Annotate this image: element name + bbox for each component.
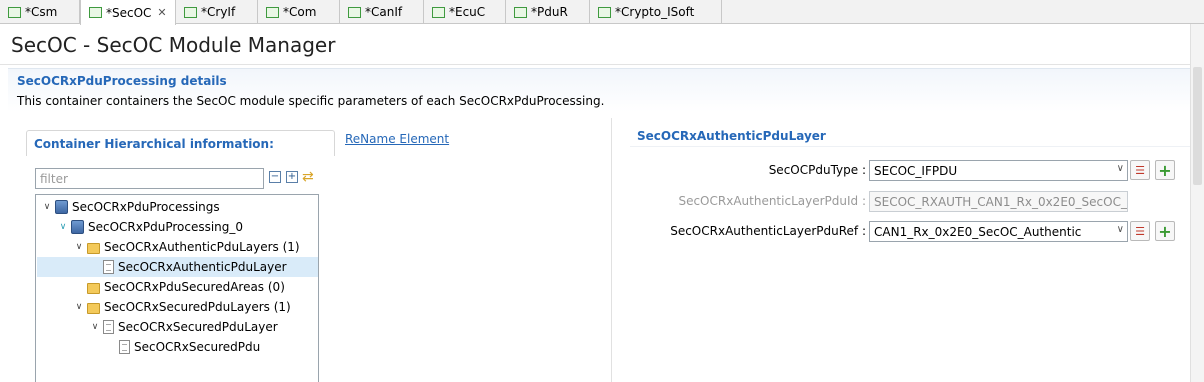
database-icon xyxy=(71,220,84,234)
rename-element-link[interactable]: ReName Element xyxy=(345,132,449,146)
filter-input[interactable] xyxy=(35,168,264,189)
list-icon: ☰ xyxy=(1135,163,1145,177)
collapse-all-icon[interactable]: − xyxy=(269,171,281,183)
folder-icon xyxy=(87,302,100,314)
tab-label: *Com xyxy=(283,5,317,19)
file-icon xyxy=(598,6,611,18)
tree-item[interactable]: ∨ SecOCRxSecuredPduLayer xyxy=(37,317,318,337)
file-icon xyxy=(348,6,361,18)
chevron-down-icon[interactable]: ∨ xyxy=(1117,163,1124,174)
page-icon xyxy=(103,260,114,274)
layer-pdu-id-field: SECOC_RXAUTH_CAN1_Rx_0x2E0_SecOC_Au xyxy=(869,191,1128,212)
tree-item-label: SecOCRxSecuredPdu xyxy=(134,340,261,354)
file-icon xyxy=(514,6,527,18)
pdu-type-select[interactable]: SECOC_IFPDU ∨ xyxy=(869,160,1128,181)
database-icon xyxy=(55,200,68,214)
tree-item-label: SecOCRxPduSecuredAreas (0) xyxy=(104,280,285,294)
tree-item-label: SecOCRxAuthenticPduLayer xyxy=(118,260,287,274)
details-title: SecOCRxPduProcessing details xyxy=(17,74,227,88)
tree-item[interactable]: SecOCRxSecuredPdu xyxy=(37,337,318,357)
hierarchy-section-title: Container Hierarchical information: xyxy=(34,137,274,151)
layer-pdu-ref-value: CAN1_Rx_0x2E0_SecOC_Authentic xyxy=(874,224,1082,239)
tree-item[interactable]: SecOCRxPduSecuredAreas (0) xyxy=(37,277,318,297)
editor-tab-bar: *Csm *SecOC ✕ *CryIf *Com *CanIf *EcuC *… xyxy=(0,0,1204,25)
chevron-down-icon[interactable]: ∨ xyxy=(41,202,53,212)
file-icon xyxy=(432,6,445,18)
scrollbar-thumb[interactable] xyxy=(1193,67,1202,185)
tree-item[interactable]: ∨ SecOCRxPduProcessings xyxy=(37,197,318,217)
chevron-down-icon[interactable]: ∨ xyxy=(1117,224,1124,235)
tab-pdur[interactable]: *PduR xyxy=(506,0,590,24)
tab-label: *Csm xyxy=(25,5,58,19)
tree-item-label: SecOCRxPduProcessing_0 xyxy=(88,220,244,234)
file-icon xyxy=(184,6,197,18)
layer-pdu-id-value: SECOC_RXAUTH_CAN1_Rx_0x2E0_SecOC_Au xyxy=(874,194,1128,209)
tab-label: *Crypto_ISoft xyxy=(615,5,695,19)
tree-item-selected[interactable]: SecOCRxAuthenticPduLayer xyxy=(37,257,318,277)
tree-item-label: SecOCRxSecuredPduLayers (1) xyxy=(104,300,291,314)
tab-ecuc[interactable]: *EcuC xyxy=(424,0,506,24)
pdu-type-label: SecOCPduType : xyxy=(768,163,866,177)
tree-item-label: SecOCRxPduProcessings xyxy=(72,200,220,214)
tab-com[interactable]: *Com xyxy=(258,0,340,24)
layer-pdu-ref-select[interactable]: CAN1_Rx_0x2E0_SecOC_Authentic ∨ xyxy=(869,221,1128,242)
tab-canif[interactable]: *CanIf xyxy=(340,0,424,24)
plus-icon: + xyxy=(1158,160,1172,180)
details-description: This container containers the SecOC modu… xyxy=(17,94,605,108)
tab-crypto-isoft[interactable]: *Crypto_ISoft xyxy=(590,0,722,24)
tab-label: *CryIf xyxy=(201,5,236,19)
tree-item-label: SecOCRxAuthenticPduLayers (1) xyxy=(104,240,300,254)
add-button[interactable]: + xyxy=(1155,221,1175,241)
chevron-down-icon[interactable]: ∨ xyxy=(73,242,85,252)
folder-icon xyxy=(87,282,100,294)
divider xyxy=(630,146,1190,147)
tab-label: *CanIf xyxy=(365,5,403,19)
list-icon: ☰ xyxy=(1135,224,1145,238)
sync-icon[interactable]: ⇄ xyxy=(302,170,318,184)
expand-all-icon[interactable]: + xyxy=(286,171,298,183)
tree-item[interactable]: ∨ SecOCRxSecuredPduLayers (1) xyxy=(37,297,318,317)
file-icon xyxy=(8,6,21,18)
layer-pdu-ref-label: SecOCRxAuthenticLayerPduRef : xyxy=(670,224,866,238)
file-icon xyxy=(89,7,102,18)
list-button[interactable]: ☰ xyxy=(1130,221,1150,241)
right-section-title: SecOCRxAuthenticPduLayer xyxy=(637,129,826,143)
list-button[interactable]: ☰ xyxy=(1130,160,1150,180)
page-icon xyxy=(103,320,114,334)
divider xyxy=(0,64,1190,65)
plus-icon: + xyxy=(1158,221,1172,241)
pdu-type-value: SECOC_IFPDU xyxy=(874,163,958,178)
tab-label: *SecOC xyxy=(106,5,152,20)
tree-item-label: SecOCRxSecuredPduLayer xyxy=(118,320,278,334)
tab-cryif[interactable]: *CryIf xyxy=(176,0,258,24)
hierarchy-tree[interactable]: ∨ SecOCRxPduProcessings ∨ SecOCRxPduProc… xyxy=(35,194,319,382)
tree-item[interactable]: ∨ SecOCRxAuthenticPduLayers (1) xyxy=(37,237,318,257)
tab-label: *EcuC xyxy=(449,5,486,19)
vertical-scrollbar[interactable] xyxy=(1190,24,1204,382)
chevron-down-icon[interactable]: ∨ xyxy=(73,302,85,312)
file-icon xyxy=(266,6,279,18)
add-button[interactable]: + xyxy=(1155,160,1175,180)
chevron-down-icon[interactable]: ∨ xyxy=(89,322,101,332)
tab-secoc[interactable]: *SecOC ✕ xyxy=(80,0,176,25)
chevron-down-icon[interactable]: ∨ xyxy=(57,222,69,232)
folder-icon xyxy=(87,242,100,254)
close-icon[interactable]: ✕ xyxy=(157,6,166,19)
tab-label: *PduR xyxy=(531,5,568,19)
page-title: SecOC - SecOC Module Manager xyxy=(11,33,336,57)
tab-csm[interactable]: *Csm xyxy=(0,0,80,24)
tree-item[interactable]: ∨ SecOCRxPduProcessing_0 xyxy=(37,217,318,237)
page-icon xyxy=(119,340,130,354)
layer-pdu-id-label: SecOCRxAuthenticLayerPduId : xyxy=(678,194,866,208)
